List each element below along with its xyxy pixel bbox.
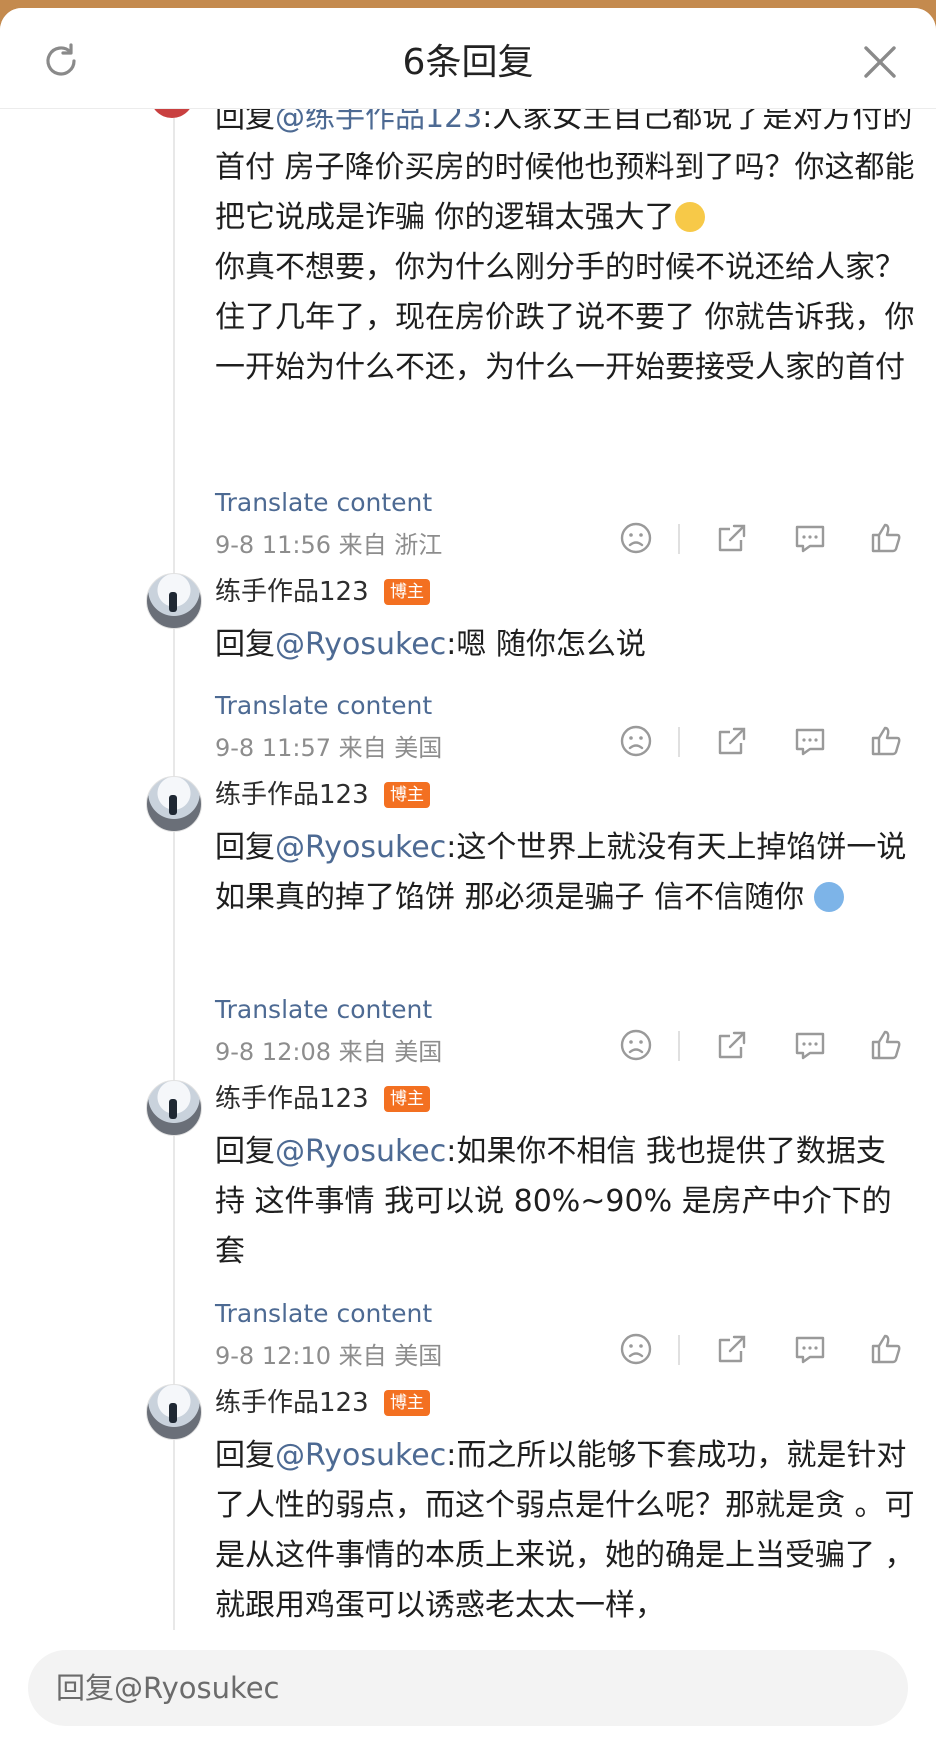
mention-link[interactable]: @Ryosukec [275, 830, 446, 865]
mention-link[interactable]: @Ryosukec [275, 1438, 446, 1473]
author-badge: 博主 [384, 782, 430, 808]
comment-text: 回复@Ryosukec:这个世界上就没有天上掉馅饼一说 如果真的掉了馅饼 那必须… [215, 830, 907, 915]
translate-link[interactable]: Translate content [215, 993, 432, 1027]
author-badge: 博主 [384, 579, 430, 605]
translate-link[interactable]: Translate content [215, 486, 432, 520]
sad-face-icon[interactable] [618, 1331, 654, 1367]
reply-input[interactable]: 回复@Ryosukec [28, 1650, 908, 1726]
divider [678, 1335, 680, 1365]
comment-meta: 9-8 12:10 来自 美国 [215, 1342, 443, 1370]
divider [678, 524, 680, 554]
comment-meta: 9-8 11:56 来自 浙江 [215, 531, 443, 559]
translate-link[interactable]: Translate content [215, 1297, 432, 1331]
comment-actions [610, 520, 910, 560]
author-badge: 博主 [384, 1390, 430, 1416]
avatar[interactable] [146, 1080, 202, 1136]
translate-link[interactable]: Translate content [215, 689, 432, 723]
sad-face-icon[interactable] [618, 520, 654, 556]
sad-face-icon[interactable] [618, 723, 654, 759]
replies-sheet: 6条回复 回复@练手作品123:人家女主自己都说了是对方付的首付 房子降价买房的… [0, 8, 936, 1741]
comment-text: 回复@Ryosukec:嗯 随你怎么说 [215, 627, 646, 662]
username[interactable]: 练手作品123 [215, 1385, 369, 1421]
mention-link[interactable]: @Ryosukec [275, 1134, 446, 1169]
username[interactable]: 练手作品123 [215, 574, 369, 610]
divider [678, 727, 680, 757]
sheet-header: 6条回复 [0, 8, 936, 109]
divider [678, 1031, 680, 1061]
username[interactable]: 练手作品123 [215, 777, 369, 813]
reply-input-placeholder: 回复@Ryosukec [56, 1671, 280, 1705]
share-icon[interactable] [714, 520, 750, 556]
comment-icon[interactable] [792, 1027, 828, 1063]
share-icon[interactable] [714, 1027, 750, 1063]
comment-actions [610, 723, 910, 763]
close-icon[interactable] [862, 44, 898, 80]
share-icon[interactable] [714, 1331, 750, 1367]
comment-icon[interactable] [792, 520, 828, 556]
comment-meta: 9-8 11:57 来自 美国 [215, 734, 443, 762]
avatar[interactable] [146, 1384, 202, 1440]
comment-text: 回复@练手作品123:人家女主自己都说了是对方付的首付 房子降价买房的时候他也预… [215, 100, 915, 385]
avatar[interactable] [146, 776, 202, 832]
thumbs-up-icon[interactable] [868, 1027, 904, 1063]
comment-actions [610, 1331, 910, 1371]
avatar[interactable] [146, 573, 202, 629]
shrug-emoji-icon [813, 882, 844, 912]
thumbs-up-icon[interactable] [868, 1331, 904, 1367]
mention-link[interactable]: @Ryosukec [275, 627, 446, 662]
comment-meta: 9-8 12:08 来自 美国 [215, 1038, 443, 1066]
comment-text: 回复@Ryosukec:而之所以能够下套成功，就是针对了人性的弱点，而这个弱点是… [215, 1438, 915, 1623]
comment-actions [610, 1027, 910, 1067]
author-badge: 博主 [384, 1086, 430, 1112]
comment-text: 回复@Ryosukec:如果你不相信 我也提供了数据支持 这件事情 我可以说 8… [215, 1134, 892, 1269]
thumbs-up-icon[interactable] [868, 723, 904, 759]
page-title: 6条回复 [402, 42, 534, 83]
thumbs-up-icon[interactable] [868, 520, 904, 556]
comment-icon[interactable] [792, 723, 828, 759]
sad-face-icon[interactable] [618, 1027, 654, 1063]
comment-icon[interactable] [792, 1331, 828, 1367]
laugh-cry-emoji-icon [674, 202, 705, 232]
username[interactable]: 练手作品123 [215, 1081, 369, 1117]
share-icon[interactable] [714, 723, 750, 759]
